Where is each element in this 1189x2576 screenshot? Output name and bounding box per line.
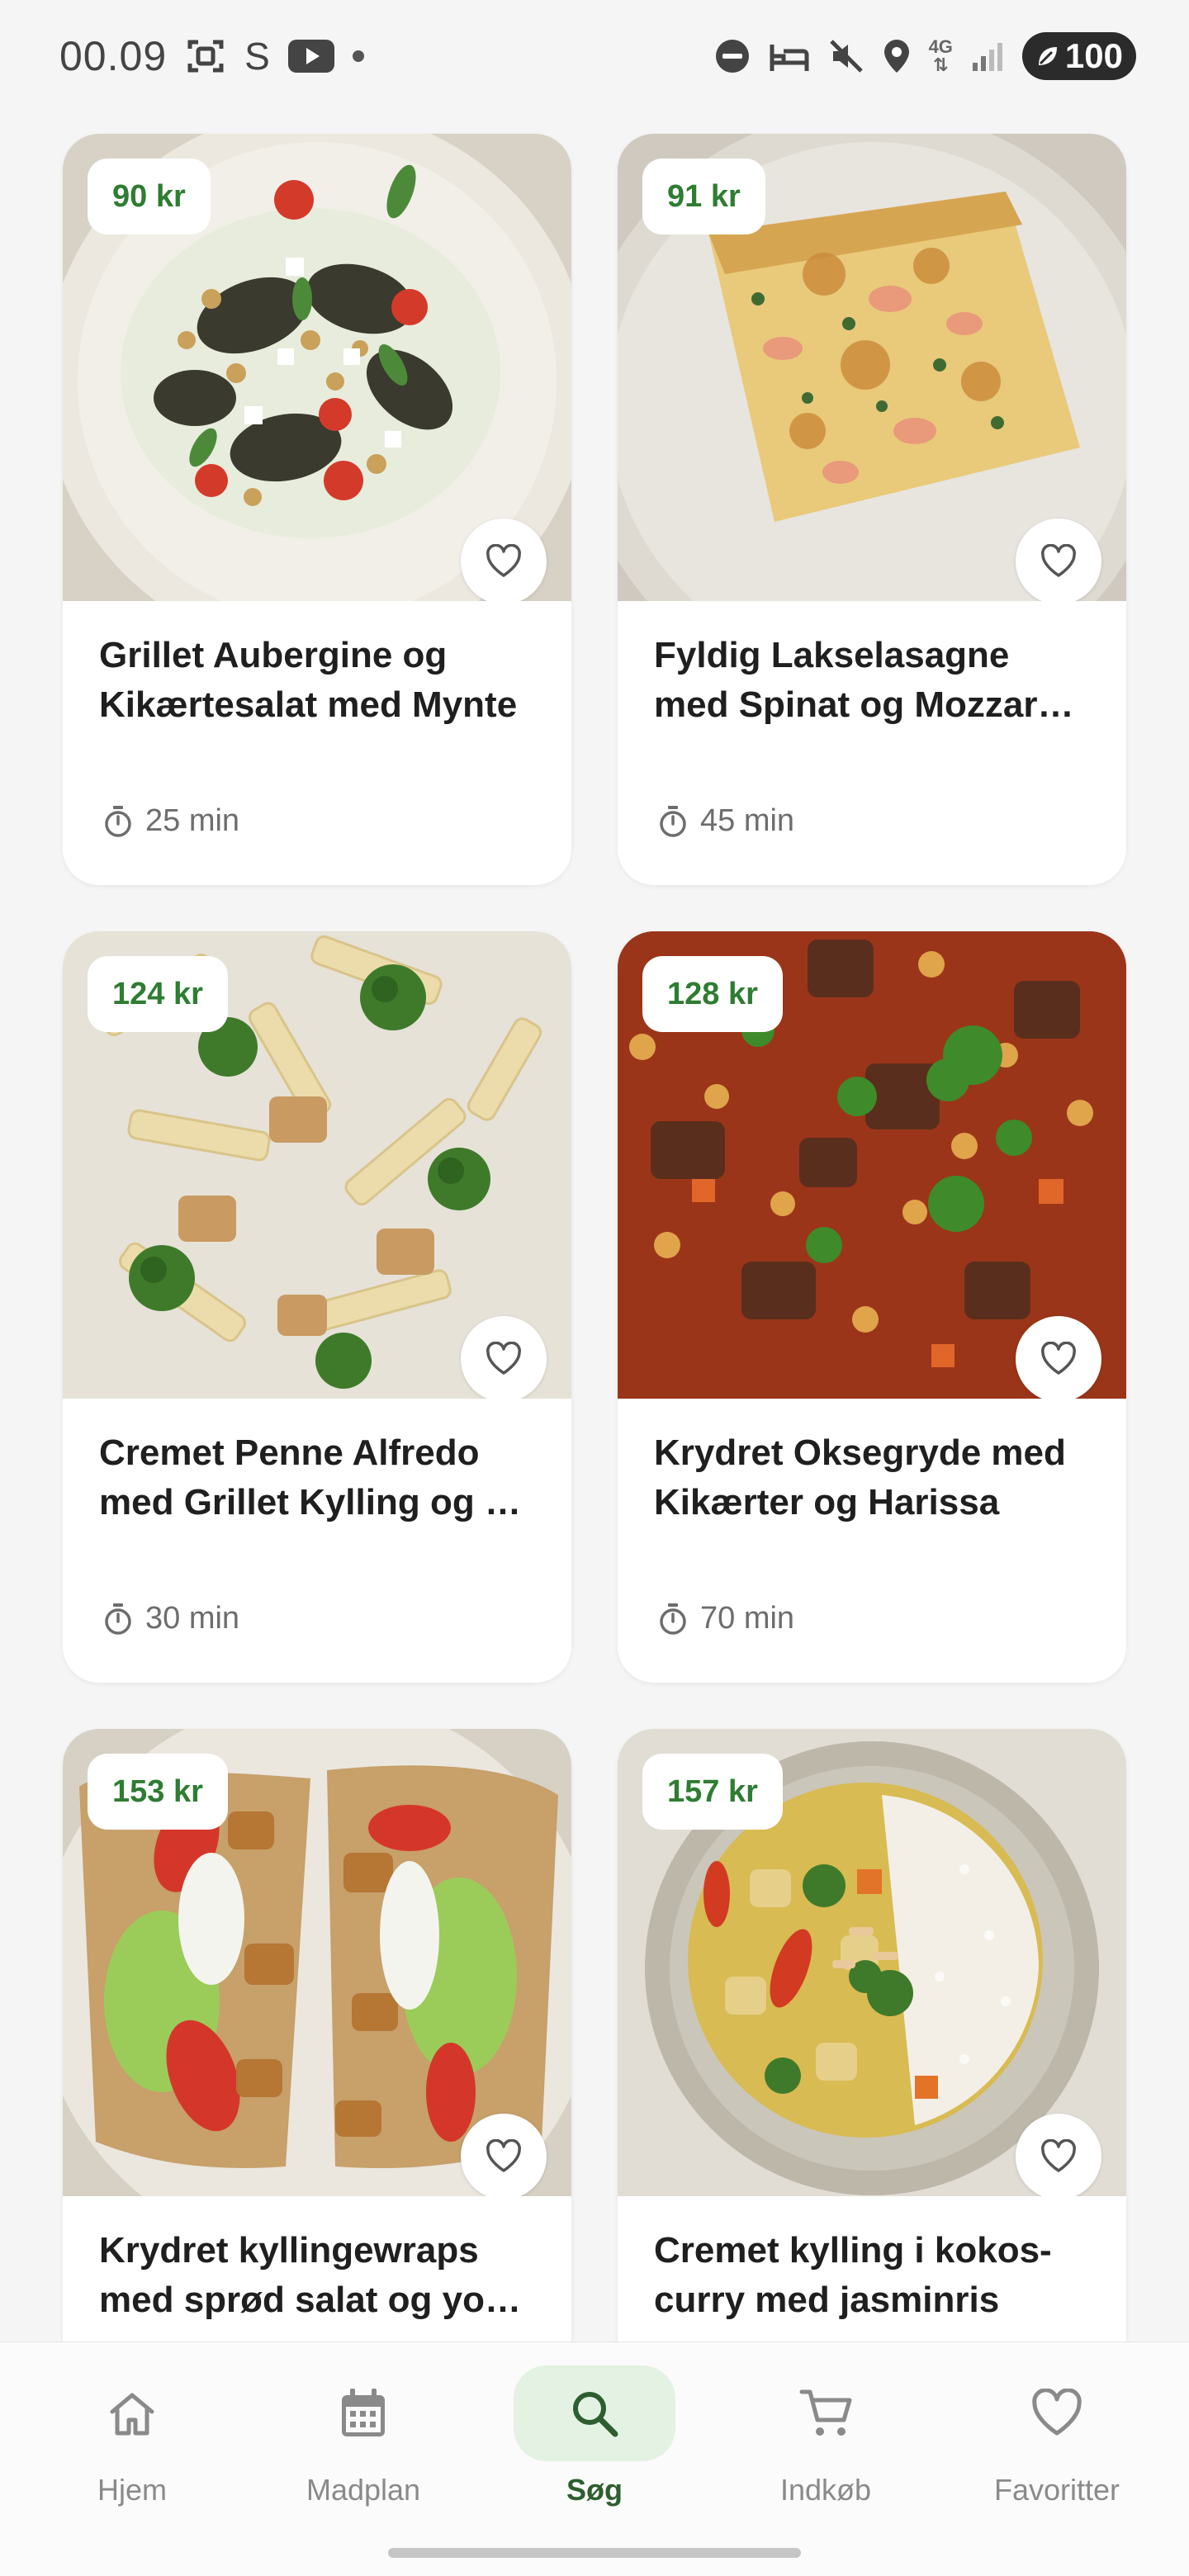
battery-level: 100 xyxy=(1064,36,1123,75)
recipe-title: Krydret kyllingewraps med sprød salat og… xyxy=(99,2230,535,2320)
home-indicator[interactable] xyxy=(388,2548,801,2558)
recipe-title: Cremet kylling i kokos- curry med jasmin… xyxy=(654,2230,1052,2320)
heart-outline-icon xyxy=(486,2139,521,2172)
recipe-image-beef-stew: 128 kr xyxy=(618,931,1126,1399)
search-icon xyxy=(573,2392,618,2437)
recipe-title: Cremet Penne Alfredo med Grillet Kylling… xyxy=(99,1432,535,1522)
recipe-image-penne-alfredo: 124 kr xyxy=(63,931,571,1399)
recipe-time: 30 min xyxy=(102,1601,239,1636)
nav-item-search[interactable]: Søg xyxy=(495,2365,694,2507)
youtube-icon xyxy=(287,40,334,73)
mute-icon xyxy=(828,38,865,74)
status-bar: 00.09 S 4G ⇅ 100 xyxy=(0,0,1189,112)
bottom-navigation: Hjem Madplan Søg Indkøb Favoritter xyxy=(0,2342,1189,2576)
home-icon xyxy=(110,2393,154,2436)
nav-label: Hjem xyxy=(97,2473,167,2507)
favorite-button[interactable] xyxy=(1016,1316,1101,1399)
recipe-image-chicken-wraps: 153 kr xyxy=(63,1729,571,2196)
network-type: 4G ⇅ xyxy=(928,36,953,75)
status-letter: S xyxy=(244,35,270,78)
price-badge: 128 kr xyxy=(642,956,783,1032)
recipe-title: Krydret Oksegryde med Kikærter og Hariss… xyxy=(654,1432,1066,1522)
price-badge: 90 kr xyxy=(88,159,211,234)
recipe-time: 70 min xyxy=(657,1601,794,1636)
timer-icon xyxy=(105,1603,131,1635)
cart-icon xyxy=(799,2389,852,2436)
recipe-card[interactable]: 90 kr Grillet Aubergine og Kikærtesalat … xyxy=(63,134,571,885)
recipe-title: Fyldig Lakselasagne med Spinat og Mozzar… xyxy=(654,635,1090,725)
favorite-button[interactable] xyxy=(461,519,547,601)
price-badge: 153 kr xyxy=(88,1754,228,1830)
nav-item-home[interactable]: Hjem xyxy=(33,2365,231,2507)
heart-icon xyxy=(1032,2389,1082,2436)
nav-item-shopping[interactable]: Indkøb xyxy=(727,2365,925,2507)
heart-outline-icon xyxy=(1041,544,1076,577)
recipe-title: Grillet Aubergine og Kikærtesalat med My… xyxy=(99,635,518,725)
price-badge: 124 kr xyxy=(88,956,228,1032)
recipe-image-salmon-lasagna: 91 kr xyxy=(618,134,1126,601)
nav-item-favorites[interactable]: Favoritter xyxy=(958,2365,1156,2507)
recipe-grid: 90 kr Grillet Aubergine og Kikærtesalat … xyxy=(63,134,1126,2480)
battery-saver-leaf-icon xyxy=(1035,44,1060,69)
nav-label: Søg xyxy=(566,2473,623,2507)
price-badge: 157 kr xyxy=(642,1754,783,1830)
timer-icon xyxy=(660,1603,686,1635)
recipe-time: 25 min xyxy=(102,803,239,839)
heart-outline-icon xyxy=(1041,2139,1076,2172)
recipe-image-coconut-curry: 157 kr xyxy=(618,1729,1126,2196)
heart-outline-icon xyxy=(1041,1342,1076,1375)
calendar-icon xyxy=(342,2389,385,2436)
notification-dot-icon xyxy=(352,50,364,62)
nav-label: Madplan xyxy=(306,2473,421,2507)
battery-indicator: 100 xyxy=(1021,32,1136,80)
bed-icon xyxy=(769,40,810,73)
nav-label: Indkøb xyxy=(779,2473,872,2507)
screenshot-icon xyxy=(185,36,226,77)
recipe-time: 45 min xyxy=(657,803,794,839)
heart-outline-icon xyxy=(486,544,521,577)
recipe-image-eggplant-salad: 90 kr xyxy=(63,134,571,601)
recipe-card[interactable]: 128 kr Krydret Oksegryde med Kikærter og… xyxy=(618,931,1126,1683)
nav-item-meal-plan[interactable]: Madplan xyxy=(264,2365,462,2507)
favorite-button[interactable] xyxy=(461,1316,547,1399)
status-time: 00.09 xyxy=(59,33,168,79)
heart-outline-icon xyxy=(486,1342,521,1375)
price-badge: 91 kr xyxy=(642,159,765,234)
signal-icon xyxy=(971,40,1004,73)
location-icon xyxy=(883,38,911,74)
favorite-button[interactable] xyxy=(1016,2114,1101,2196)
favorite-button[interactable] xyxy=(461,2114,547,2196)
favorite-button[interactable] xyxy=(1016,519,1101,601)
recipe-card[interactable]: 91 kr Fyldig Lakselasagne med Spinat og … xyxy=(618,134,1126,885)
do-not-disturb-icon xyxy=(714,38,751,74)
recipe-card[interactable]: 124 kr Cremet Penne Alfredo med Grillet … xyxy=(63,931,571,1683)
timer-icon xyxy=(105,805,131,837)
timer-icon xyxy=(660,805,686,837)
nav-label: Favoritter xyxy=(993,2473,1120,2507)
